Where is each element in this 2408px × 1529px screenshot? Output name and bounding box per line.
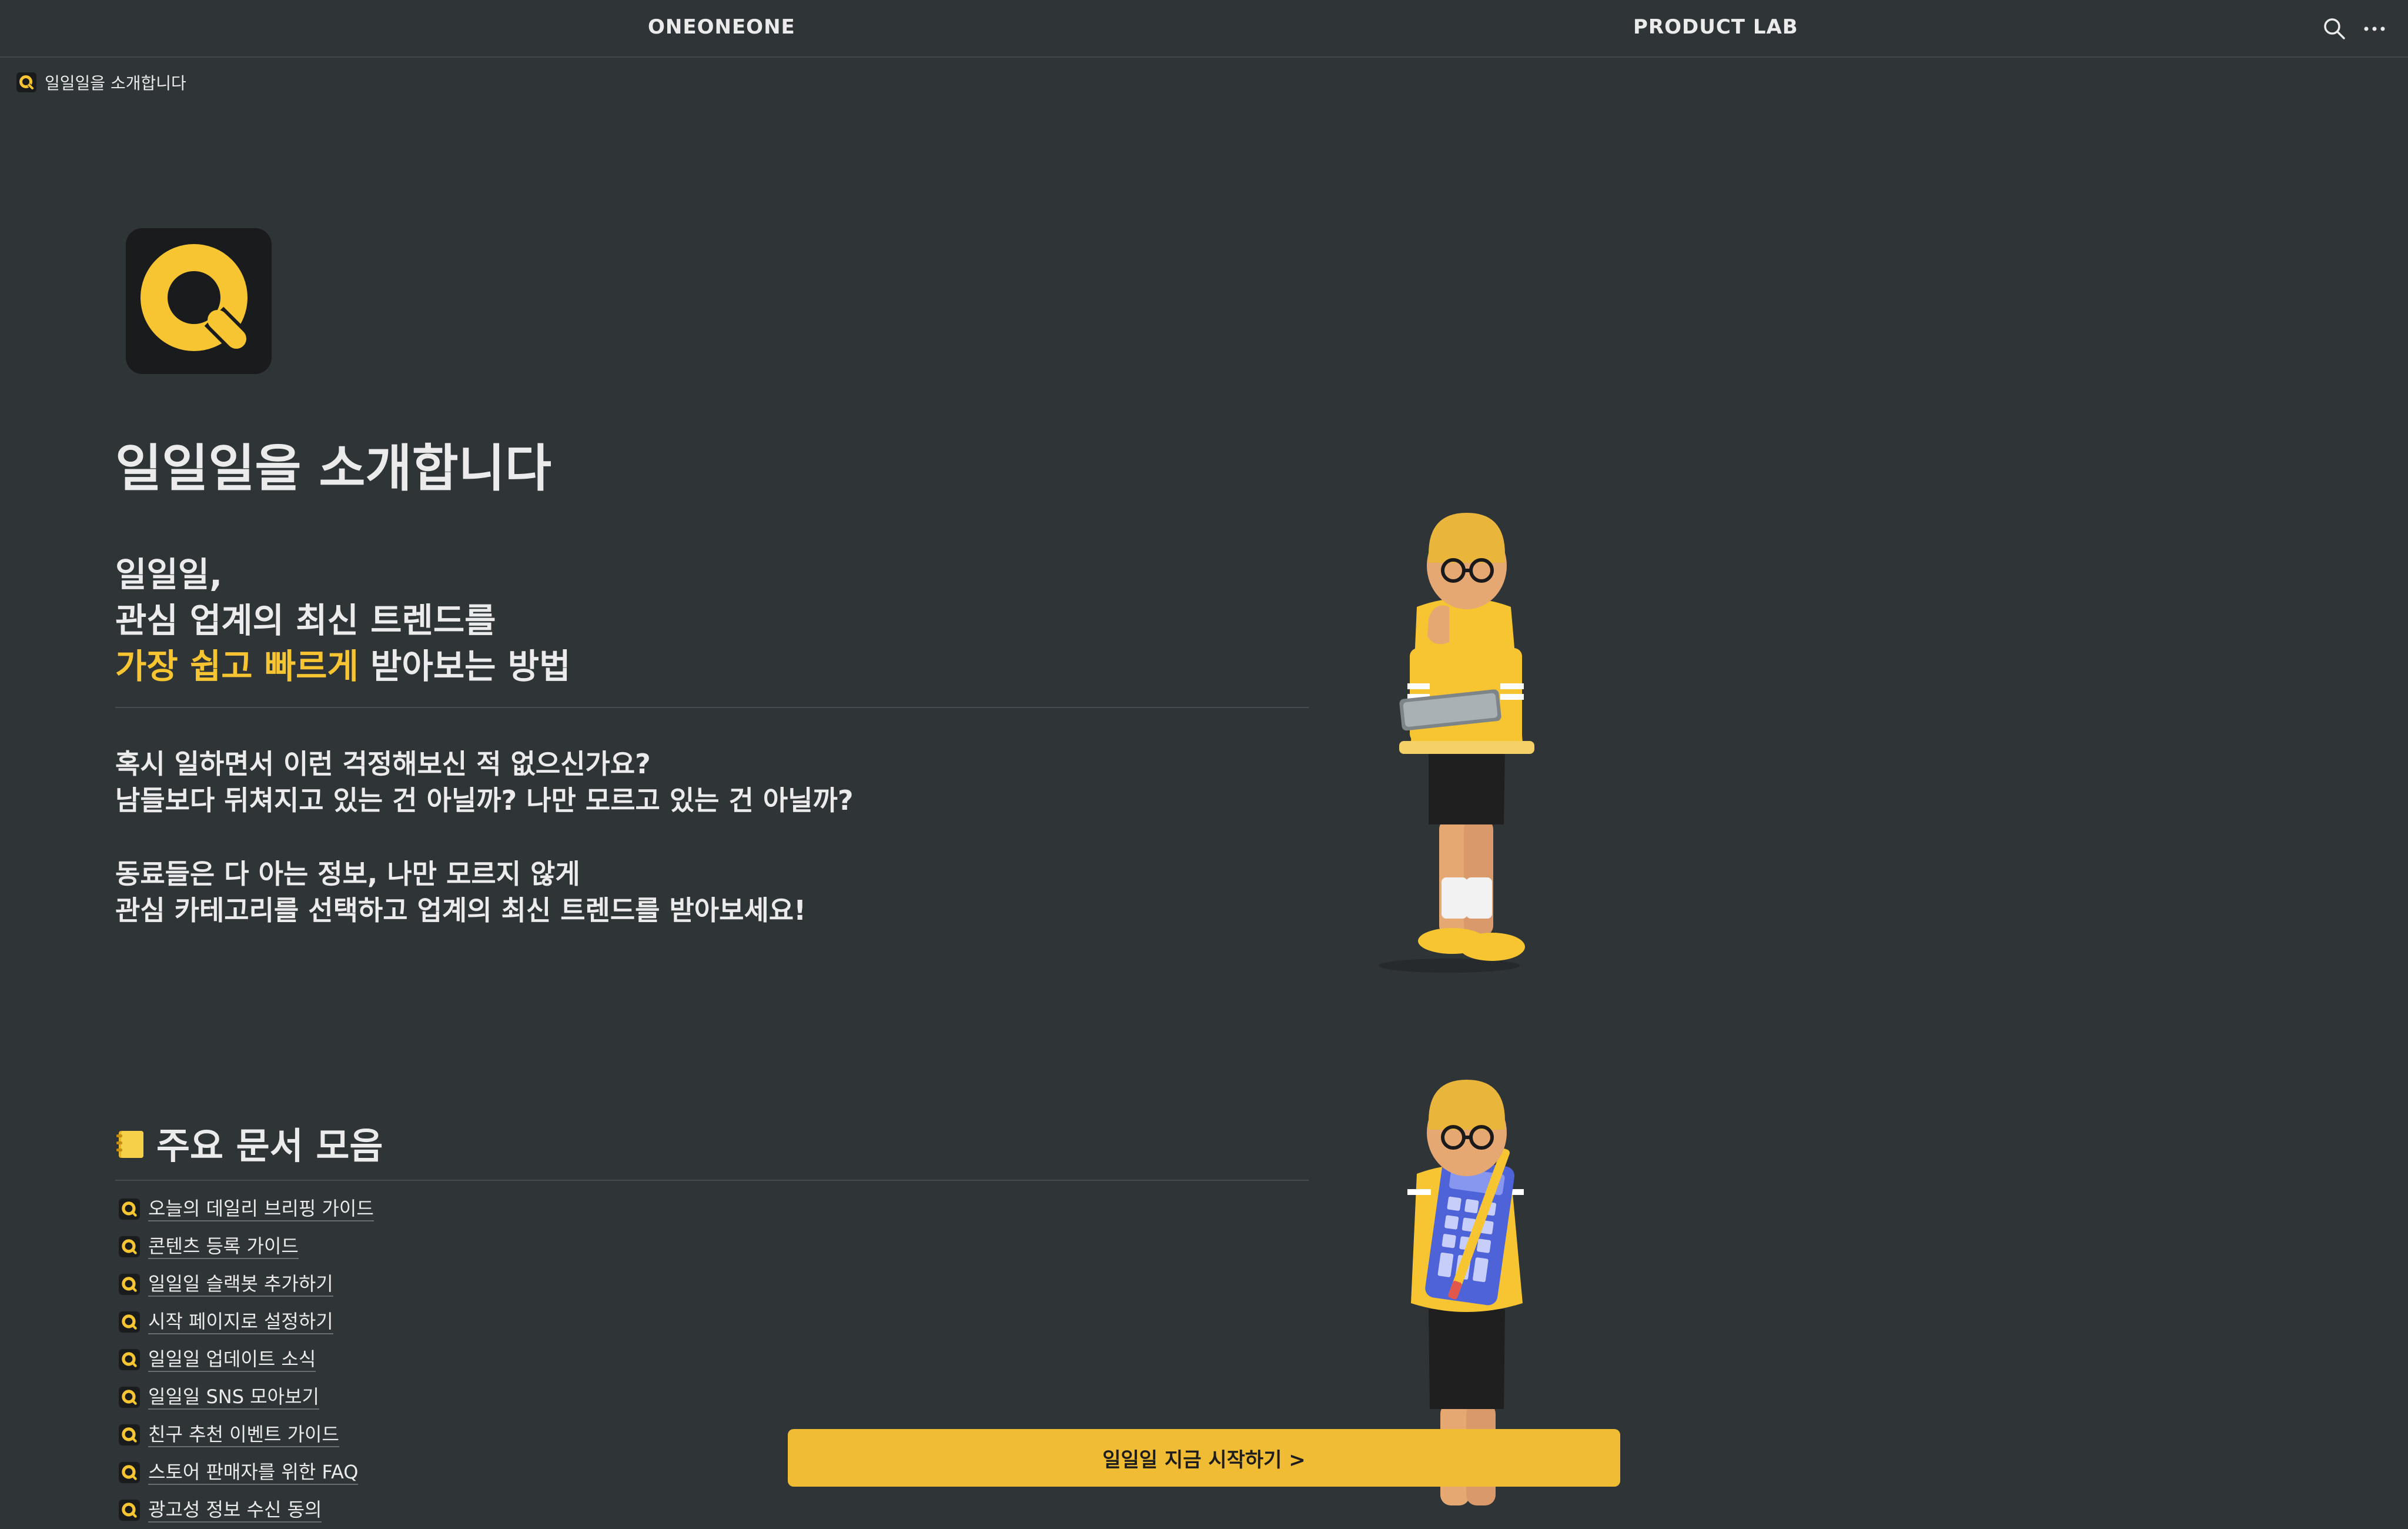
- oneoneone-logo-icon: [119, 1462, 140, 1483]
- headline-rest: 받아보는 방법: [358, 646, 571, 686]
- list-item-label[interactable]: 오늘의 데일리 브리핑 가이드: [148, 1197, 374, 1221]
- nav-link-oneoneone[interactable]: ONEONEONE: [648, 15, 795, 39]
- list-item-label[interactable]: 일일일 SNS 모아보기: [148, 1385, 319, 1410]
- headline-highlight: 가장 쉽고 빠르게: [115, 646, 359, 686]
- list-item[interactable]: 일일일 슬랙봇 추가하기: [115, 1266, 374, 1303]
- start-now-button[interactable]: 일일일 지금 시작하기 >: [788, 1429, 1620, 1487]
- headline: 일일일, 관심 업계의 최신 트렌드를 가장 쉽고 빠르게 받아보는 방법: [115, 552, 570, 689]
- list-item-label[interactable]: 광고성 정보 수신 동의: [148, 1498, 322, 1523]
- headline-line-1: 일일일,: [115, 555, 223, 595]
- paragraph-line: 관심 카테고리를 선택하고 업계의 최신 트렌드를 받아보세요!: [115, 894, 807, 926]
- list-item[interactable]: 스토어 판매자를 위한 FAQ: [115, 1454, 374, 1491]
- list-item[interactable]: 오늘의 데일리 브리핑 가이드: [115, 1190, 374, 1228]
- oneoneone-logo-icon: [119, 1274, 140, 1295]
- oneoneone-logo-icon: [119, 1387, 140, 1408]
- intro-paragraph-2: 동료들은 다 아는 정보, 나만 모르지 않게 관심 카테고리를 선택하고 업계…: [115, 856, 806, 929]
- list-item-label[interactable]: 시작 페이지로 설정하기: [148, 1310, 333, 1334]
- headline-line-2: 관심 업계의 최신 트렌드를: [115, 600, 496, 640]
- breadcrumb[interactable]: 일일일을 소개합니다: [16, 69, 186, 95]
- list-item[interactable]: 일일일 업데이트 소식: [115, 1341, 374, 1378]
- docs-list: 오늘의 데일리 브리핑 가이드 콘텐츠 등록 가이드 일일일 슬랙봇 추가하기 …: [115, 1190, 374, 1529]
- top-bar: ONEONEONE PRODUCT LAB: [0, 0, 2408, 58]
- docs-section-title: 주요 문서 모음: [115, 1116, 383, 1169]
- thinking-character-illustration: [1346, 507, 1558, 980]
- list-item[interactable]: 시작 페이지로 설정하기: [115, 1303, 374, 1341]
- headline-line-3: 가장 쉽고 빠르게 받아보는 방법: [115, 643, 570, 689]
- list-item[interactable]: 콘텐츠 등록 가이드: [115, 1228, 374, 1266]
- list-item[interactable]: 친구 추천 이벤트 가이드: [115, 1416, 374, 1454]
- intro-paragraph-1: 혹시 일하면서 이런 걱정해보신 적 없으신가요? 남들보다 뒤쳐지고 있는 건…: [115, 746, 854, 819]
- divider: [115, 707, 1309, 708]
- page-logo: [126, 228, 272, 374]
- oneoneone-logo-icon: [16, 72, 36, 92]
- list-item-label[interactable]: 친구 추천 이벤트 가이드: [148, 1423, 339, 1447]
- oneoneone-logo-icon: [119, 1500, 140, 1521]
- list-item-label[interactable]: 일일일 업데이트 소식: [148, 1347, 316, 1372]
- oneoneone-logo-icon: [119, 1424, 140, 1445]
- notebook-icon: [115, 1126, 146, 1159]
- oneoneone-logo-icon: [119, 1349, 140, 1370]
- oneoneone-logo-icon: [141, 244, 253, 356]
- page-title: 일일일을 소개합니다: [115, 439, 552, 498]
- list-item[interactable]: 일일일 SNS 모아보기: [115, 1378, 374, 1416]
- divider: [115, 1180, 1309, 1181]
- more-horizontal-icon[interactable]: [2361, 15, 2388, 42]
- oneoneone-logo-icon: [119, 1236, 140, 1257]
- list-item-label[interactable]: 스토어 판매자를 위한 FAQ: [148, 1460, 359, 1485]
- list-item[interactable]: 광고성 정보 수신 동의: [115, 1491, 374, 1529]
- breadcrumb-label: 일일일을 소개합니다: [45, 74, 186, 93]
- list-item-label[interactable]: 콘텐츠 등록 가이드: [148, 1234, 299, 1259]
- oneoneone-logo-icon: [119, 1199, 140, 1220]
- paragraph-line: 혹시 일하면서 이런 걱정해보신 적 없으신가요?: [115, 748, 651, 780]
- oneoneone-logo-icon: [119, 1311, 140, 1333]
- paragraph-line: 남들보다 뒤쳐지고 있는 건 아닐까? 나만 모르고 있는 건 아닐까?: [115, 784, 854, 816]
- list-item-label[interactable]: 일일일 슬랙봇 추가하기: [148, 1272, 333, 1297]
- nav-link-product-lab[interactable]: PRODUCT LAB: [1633, 15, 1798, 39]
- docs-section-title-text: 주요 문서 모음: [156, 1124, 383, 1167]
- search-icon[interactable]: [2321, 15, 2348, 42]
- paragraph-line: 동료들은 다 아는 정보, 나만 모르지 않게: [115, 858, 580, 890]
